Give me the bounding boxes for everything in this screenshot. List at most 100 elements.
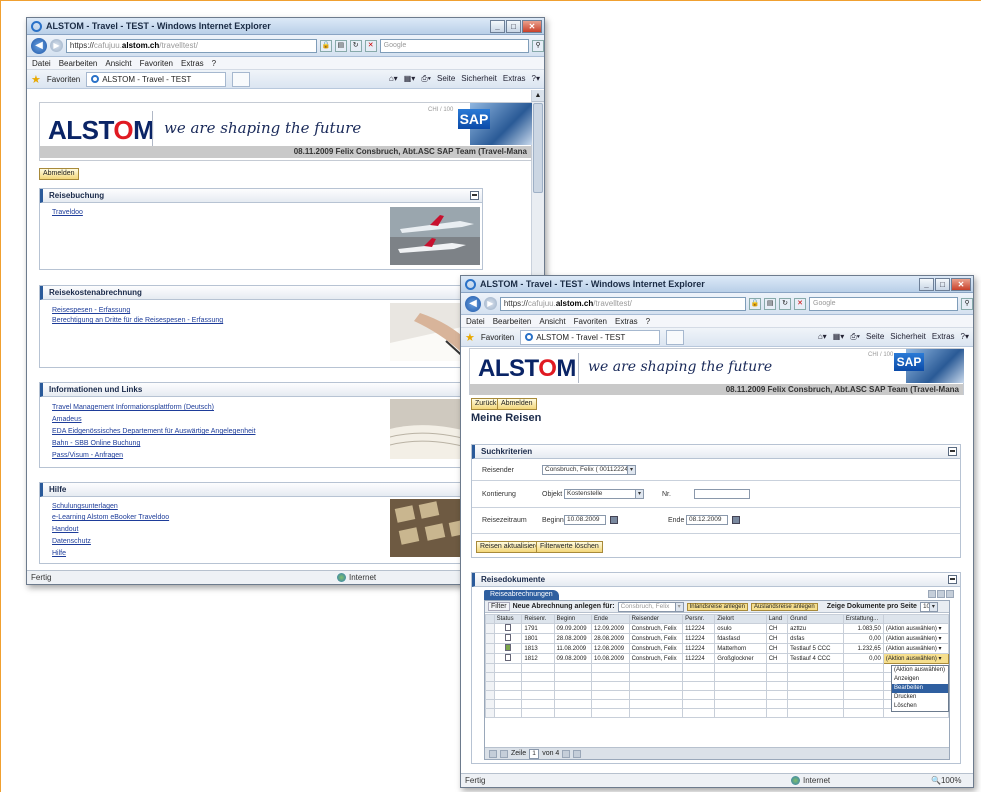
calendar-icon[interactable] [610, 516, 618, 524]
action-select[interactable]: (Aktion auswählen) ▾ [882, 643, 950, 654]
menu-item-loeschen[interactable]: Löschen [892, 702, 948, 711]
scroll-thumb[interactable] [533, 103, 543, 193]
collapse-icon[interactable] [948, 575, 957, 584]
prev-page-icon[interactable] [500, 749, 508, 758]
search-icon[interactable]: ⚲ [961, 297, 973, 310]
address-field[interactable]: https://cafujuu. alstom.ch/travelltest/ [65, 38, 317, 53]
action-select-open[interactable]: (Aktion auswählen) ▾ [882, 653, 950, 664]
logout-button[interactable]: Abmelden [39, 168, 79, 180]
row-selector[interactable] [485, 623, 495, 634]
maximize-button[interactable]: □ [935, 277, 950, 291]
feeds-icon[interactable]: ▦▾ [833, 332, 845, 342]
tools-menu[interactable]: Extras [503, 74, 526, 84]
link-sbb[interactable]: Bahn - SBB Online Buchung [52, 440, 140, 447]
per-page-select[interactable]: 10 ▾ [919, 601, 938, 612]
collapse-icon[interactable] [470, 191, 479, 200]
print-icon[interactable]: ⎙▾ [850, 332, 860, 342]
back-icon[interactable]: ◀ [465, 295, 481, 312]
collapse-icon[interactable] [948, 447, 957, 456]
safety-menu[interactable]: Sicherheit [890, 332, 926, 342]
pager-input[interactable]: 1 [529, 748, 540, 759]
forward-icon[interactable]: ▶ [483, 297, 497, 310]
object-select[interactable]: Kostenstelle ▾ [564, 489, 644, 499]
table-row[interactable]: 1813 11.08.2009 12.08.2009 Consbruch, Fe… [485, 643, 950, 654]
help-icon[interactable]: ?▾ [532, 74, 540, 84]
tab-left-icon[interactable] [928, 590, 936, 598]
favorites-button[interactable]: Favoriten [481, 333, 514, 342]
col-reisender[interactable]: Reisender [628, 614, 684, 624]
link-hilfe[interactable]: Hilfe [52, 550, 66, 557]
col-persnr[interactable]: Persnr. [682, 614, 716, 624]
refresh-icon[interactable]: ↻ [779, 297, 792, 310]
filter-button[interactable]: Filter [488, 602, 510, 611]
menu-favoriten[interactable]: Favoriten [140, 59, 173, 68]
menu-datei[interactable]: Datei [32, 59, 51, 68]
maximize-button[interactable]: □ [506, 19, 521, 33]
lock-icon[interactable]: 🔒 [319, 39, 332, 52]
help-icon[interactable]: ?▾ [961, 332, 969, 342]
row-selector[interactable] [485, 633, 495, 644]
col-land[interactable]: Land [765, 614, 789, 624]
scroll-up-icon[interactable]: ▲ [532, 90, 544, 102]
new-tab-button[interactable] [232, 71, 251, 87]
menu-item-drucken[interactable]: Drucken [892, 693, 948, 702]
traveler-select[interactable]: Consbruch, Felix ( 00112224 ) ▾ [542, 465, 636, 475]
menu-extras[interactable]: Extras [181, 59, 204, 68]
link-schulungsunterlagen[interactable]: Schulungsunterlagen [52, 503, 118, 510]
compat-icon[interactable]: ▤ [334, 39, 347, 52]
minimize-button[interactable]: _ [919, 277, 934, 291]
last-page-icon[interactable] [573, 749, 582, 758]
title-bar[interactable]: ALSTOM - Travel - TEST - Windows Interne… [461, 276, 973, 293]
link-handout[interactable]: Handout [52, 526, 78, 533]
link-berechtigung[interactable]: Berechtigung an Dritte für die Reisespes… [52, 317, 223, 324]
minimize-button[interactable]: _ [490, 19, 505, 33]
page-menu[interactable]: Seite [866, 332, 884, 342]
lock-icon[interactable]: 🔒 [749, 297, 762, 310]
row-selector[interactable] [485, 653, 495, 664]
new-tab-button[interactable] [666, 329, 685, 345]
tools-menu[interactable]: Extras [932, 332, 955, 342]
col-grund[interactable]: Grund [787, 614, 844, 624]
stop-icon[interactable]: ✕ [794, 297, 806, 310]
table-row[interactable]: 1791 09.09.2009 12.09.2009 Consbruch, Fe… [485, 623, 950, 634]
link-datenschutz[interactable]: Datenschutz [52, 538, 91, 545]
browser-tab[interactable]: ALSTOM - Travel - TEST [86, 71, 227, 87]
action-select[interactable]: (Aktion auswählen) ▾ [882, 623, 950, 634]
menu-ansicht[interactable]: Ansicht [105, 59, 131, 68]
refresh-icon[interactable]: ↻ [349, 39, 362, 52]
tab-right-icon[interactable] [937, 590, 945, 598]
search-icon[interactable]: ⚲ [532, 39, 544, 52]
back-icon[interactable]: ◀ [31, 37, 47, 54]
foreign-trip-button[interactable]: Auslandsreise anlegen [750, 602, 818, 611]
next-page-icon[interactable] [562, 749, 571, 758]
favorites-button[interactable]: Favoriten [47, 75, 80, 84]
first-page-icon[interactable] [489, 749, 497, 758]
calendar-icon[interactable] [732, 516, 740, 524]
close-button[interactable]: ✕ [522, 19, 542, 33]
col-beginn[interactable]: Beginn [553, 614, 593, 624]
col-ende[interactable]: Ende [591, 614, 630, 624]
menu-item-anzeigen[interactable]: Anzeigen [892, 675, 948, 684]
menu-item-bearbeiten[interactable]: Bearbeiten [892, 684, 948, 693]
table-row[interactable]: 1812 09.08.2009 10.08.2009 Consbruch, Fe… [485, 653, 950, 664]
row-selector[interactable] [485, 643, 495, 654]
feeds-icon[interactable]: ▦▾ [404, 74, 416, 84]
back-button[interactable]: Zurück [471, 398, 501, 410]
begin-date-input[interactable]: 10.08.2009 [564, 515, 606, 525]
action-select[interactable]: (Aktion auswählen) ▾ [882, 633, 950, 644]
search-input[interactable]: Google [379, 38, 530, 53]
link-pass-visum[interactable]: Pass/Visum - Anfragen [52, 452, 123, 459]
menu-extras[interactable]: Extras [615, 317, 638, 326]
compat-icon[interactable]: ▤ [764, 297, 777, 310]
link-amadeus[interactable]: Amadeus [52, 416, 82, 423]
menu-bearbeiten[interactable]: Bearbeiten [59, 59, 98, 68]
menu-datei[interactable]: Datei [466, 317, 485, 326]
link-elearning[interactable]: e-Learning Alstom eBooker Traveldoo [52, 514, 169, 521]
col-erstattung[interactable]: Erstattung... [842, 614, 884, 624]
zoom-indicator[interactable]: 🔍100% [931, 776, 961, 785]
new-claim-select[interactable]: Consbruch, Felix ▾ [617, 601, 684, 612]
menu-help[interactable]: ? [212, 59, 216, 68]
col-reisenr[interactable]: Reisenr. [521, 614, 555, 624]
close-button[interactable]: ✕ [951, 277, 971, 291]
link-travel-management[interactable]: Travel Management Informationsplattform … [52, 404, 214, 411]
